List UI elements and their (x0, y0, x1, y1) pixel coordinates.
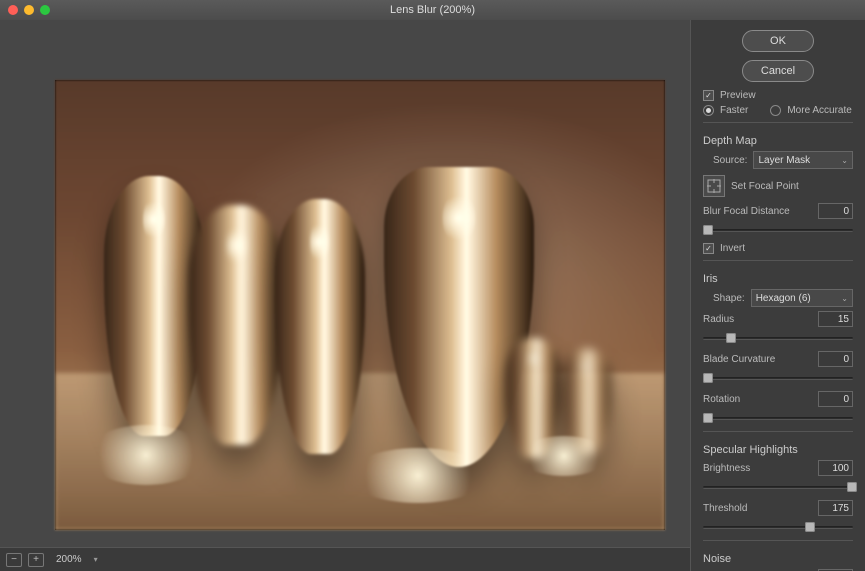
close-window-button[interactable] (8, 5, 18, 15)
options-panel: OK Cancel ✓ Preview Faster More Accurate… (690, 20, 865, 571)
iris-group: Iris Shape: Hexagon (6) ⌄ Radius Blade C… (703, 260, 853, 425)
shape-select[interactable]: Hexagon (6) ⌄ (751, 289, 853, 307)
shape-select-value: Hexagon (6) (756, 293, 811, 304)
window-title: Lens Blur (200%) (0, 4, 865, 16)
specular-group: Specular Highlights Brightness Threshold (703, 431, 853, 534)
more-accurate-label: More Accurate (787, 105, 851, 116)
rotation-input[interactable] (818, 391, 853, 407)
source-select-value: Layer Mask (758, 155, 810, 166)
noise-title: Noise (703, 547, 853, 565)
iris-title: Iris (703, 267, 853, 285)
blade-curvature-input[interactable] (818, 351, 853, 367)
blade-curvature-slider[interactable] (703, 371, 853, 385)
set-focal-point-label: Set Focal Point (731, 181, 799, 192)
focal-distance-slider[interactable] (703, 223, 853, 237)
invert-label: Invert (720, 243, 745, 254)
brightness-slider[interactable] (703, 480, 853, 494)
preview-footer: − + 200% ▾ (0, 547, 690, 571)
zoom-window-button[interactable] (40, 5, 50, 15)
faster-radio[interactable] (703, 105, 714, 116)
chevron-down-icon: ⌄ (841, 294, 848, 303)
shape-label: Shape: (713, 293, 745, 304)
lens-blur-dialog: Lens Blur (200%) − + 200% ▾ OK Cancel (0, 0, 865, 571)
crosshair-icon (707, 179, 721, 193)
source-select[interactable]: Layer Mask ⌄ (753, 151, 853, 169)
threshold-input[interactable] (818, 500, 853, 516)
set-focal-point-button[interactable] (703, 175, 725, 197)
quality-row: Faster More Accurate (703, 105, 853, 116)
radius-label: Radius (703, 314, 734, 325)
blade-curvature-label: Blade Curvature (703, 354, 775, 365)
preview-checkbox-label: Preview (720, 90, 756, 101)
specular-title: Specular Highlights (703, 438, 853, 456)
depth-map-title: Depth Map (703, 129, 853, 147)
preview-checkbox[interactable]: ✓ (703, 90, 714, 101)
titlebar: Lens Blur (200%) (0, 0, 865, 20)
zoom-out-button[interactable]: − (6, 553, 22, 567)
noise-group: Noise Amount Distribution Uniform Gaussi… (703, 540, 853, 571)
zoom-in-button[interactable]: + (28, 553, 44, 567)
chevron-down-icon: ⌄ (841, 156, 848, 165)
threshold-slider[interactable] (703, 520, 853, 534)
cancel-button[interactable]: Cancel (742, 60, 814, 82)
invert-checkbox[interactable]: ✓ (703, 243, 714, 254)
depth-map-group: Depth Map Source: Layer Mask ⌄ Set Focal… (703, 122, 853, 254)
focal-distance-input[interactable] (818, 203, 853, 219)
ok-button[interactable]: OK (742, 30, 814, 52)
preview-image (55, 80, 665, 530)
source-label: Source: (713, 155, 747, 166)
zoom-dropdown-icon[interactable]: ▾ (94, 555, 98, 564)
radius-input[interactable] (818, 311, 853, 327)
brightness-label: Brightness (703, 463, 750, 474)
preview-toggle-row: ✓ Preview (703, 90, 853, 101)
rotation-label: Rotation (703, 394, 740, 405)
zoom-level[interactable]: 200% (50, 554, 88, 565)
threshold-label: Threshold (703, 503, 747, 514)
preview-canvas[interactable] (55, 80, 665, 530)
more-accurate-radio[interactable] (770, 105, 781, 116)
window-controls (0, 5, 50, 15)
rotation-slider[interactable] (703, 411, 853, 425)
radius-slider[interactable] (703, 331, 853, 345)
brightness-input[interactable] (818, 460, 853, 476)
faster-label: Faster (720, 105, 748, 116)
focal-distance-label: Blur Focal Distance (703, 206, 790, 217)
preview-area: − + 200% ▾ (0, 20, 690, 571)
minimize-window-button[interactable] (24, 5, 34, 15)
